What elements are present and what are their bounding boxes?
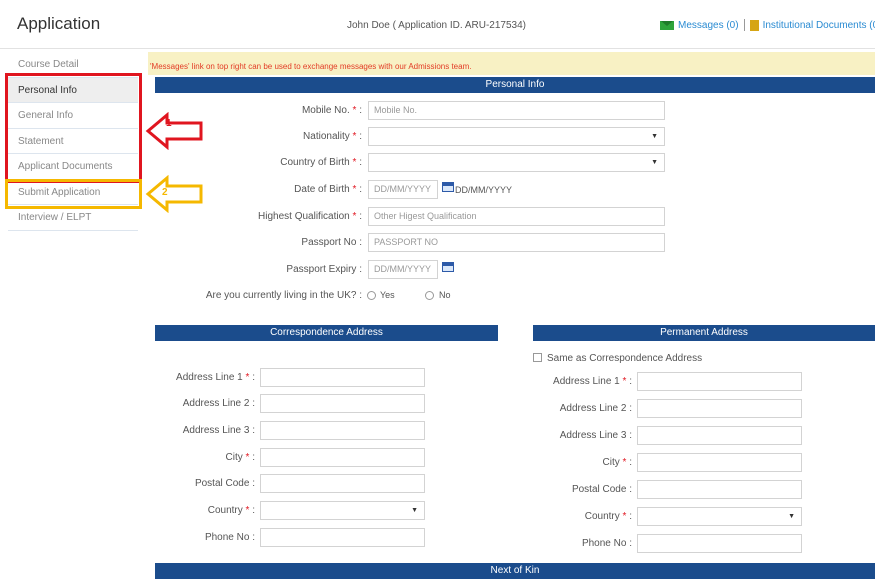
permanent-address-header: Permanent Address xyxy=(533,325,875,341)
red-arrow-icon xyxy=(145,112,203,150)
perm-postal-code-input[interactable] xyxy=(637,480,802,499)
chevron-down-icon: ▼ xyxy=(788,513,795,520)
nationality-label: Nationality * : xyxy=(303,131,362,142)
same-as-correspondence-label: Same as Correspondence Address xyxy=(547,353,703,364)
dob-format-hint: DD/MM/YYYY xyxy=(455,185,513,195)
passport-input[interactable]: PASSPORT NO xyxy=(368,233,665,252)
nationality-select[interactable]: ▼ xyxy=(368,127,665,146)
country-of-birth-label: Country of Birth * : xyxy=(280,157,362,168)
same-as-correspondence-checkbox[interactable] xyxy=(533,353,542,362)
chevron-down-icon: ▼ xyxy=(651,159,658,166)
messages-link[interactable]: Messages (0) xyxy=(678,20,739,31)
corr-phone-label: Phone No : xyxy=(204,532,255,543)
corr-address-line2-label: Address Line 2 : xyxy=(182,398,255,409)
dob-label: Date of Birth * : xyxy=(294,184,362,195)
perm-phone-label: Phone No : xyxy=(581,538,632,549)
uk-yes-label: Yes xyxy=(380,290,395,300)
perm-city-input[interactable] xyxy=(637,453,802,472)
passport-expiry-input[interactable]: DD/MM/YYYY xyxy=(368,260,438,279)
qualification-label: Highest Qualification * : xyxy=(258,211,362,222)
chevron-down-icon: ▼ xyxy=(411,507,418,514)
perm-postal-code-label: Postal Code : xyxy=(571,484,632,495)
notice-text: 'Messages' link on top right can be used… xyxy=(150,62,472,71)
corr-city-input[interactable] xyxy=(260,448,425,467)
perm-phone-input[interactable] xyxy=(637,534,802,553)
corr-address-line1-input[interactable] xyxy=(260,368,425,387)
header-links: Messages (0) Institutional Documents (0 xyxy=(660,19,875,31)
mobile-label: Mobile No. * : xyxy=(301,105,362,116)
perm-address-line1-label: Address Line 1 * : xyxy=(553,376,632,387)
app-title: Application xyxy=(17,14,101,33)
corr-postal-code-input[interactable] xyxy=(260,474,425,493)
corr-city-label: City * : xyxy=(225,452,255,463)
corr-country-label: Country * : xyxy=(207,505,255,516)
passport-label: Passport No : xyxy=(301,237,362,248)
corr-address-line3-label: Address Line 3 : xyxy=(182,425,255,436)
yellow-highlight-box xyxy=(5,179,142,209)
uk-no-radio[interactable] xyxy=(425,291,434,300)
divider xyxy=(743,19,745,31)
yellow-arrow-icon xyxy=(145,175,203,213)
dob-input[interactable]: DD/MM/YYYY xyxy=(368,180,438,199)
corr-phone-input[interactable] xyxy=(260,528,425,547)
document-icon xyxy=(749,19,759,31)
perm-address-line2-input[interactable] xyxy=(637,399,802,418)
uk-residence-question: Are you currently living in the UK? : xyxy=(205,290,362,301)
passport-expiry-label: Passport Expiry : xyxy=(286,264,362,275)
personal-info-header: Personal Info xyxy=(155,77,875,93)
perm-country-label: Country * : xyxy=(584,511,632,522)
corr-address-line1-label: Address Line 1 * : xyxy=(176,372,255,383)
user-application-info: John Doe ( Application ID. ARU-217534) xyxy=(347,20,526,31)
institutional-documents-link[interactable]: Institutional Documents (0 xyxy=(763,20,875,31)
mobile-input[interactable]: Mobile No. xyxy=(368,101,665,120)
calendar-icon[interactable] xyxy=(442,262,454,272)
country-of-birth-select[interactable]: ▼ xyxy=(368,153,665,172)
corr-address-line3-input[interactable] xyxy=(260,421,425,440)
callout-number-2: 2 xyxy=(162,187,168,198)
calendar-icon[interactable] xyxy=(442,182,454,192)
corr-postal-code-label: Postal Code : xyxy=(194,478,255,489)
perm-city-label: City * : xyxy=(602,457,632,468)
chevron-down-icon: ▼ xyxy=(651,133,658,140)
corr-address-line2-input[interactable] xyxy=(260,394,425,413)
top-header: Application John Doe ( Application ID. A… xyxy=(0,0,875,49)
red-highlight-box xyxy=(5,73,142,183)
next-of-kin-header: Next of Kin xyxy=(155,563,875,579)
perm-address-line3-input[interactable] xyxy=(637,426,802,445)
correspondence-address-header: Correspondence Address xyxy=(155,325,498,341)
uk-no-label: No xyxy=(439,290,451,300)
perm-address-line3-label: Address Line 3 : xyxy=(559,430,632,441)
perm-address-line1-input[interactable] xyxy=(637,372,802,391)
callout-number-1: 1 xyxy=(166,118,172,129)
perm-country-select[interactable]: ▼ xyxy=(637,507,802,526)
envelope-icon xyxy=(660,20,674,30)
perm-address-line2-label: Address Line 2 : xyxy=(559,403,632,414)
qualification-input[interactable]: Other Higest Qualification xyxy=(368,207,665,226)
uk-yes-radio[interactable] xyxy=(367,291,376,300)
corr-country-select[interactable]: ▼ xyxy=(260,501,425,520)
